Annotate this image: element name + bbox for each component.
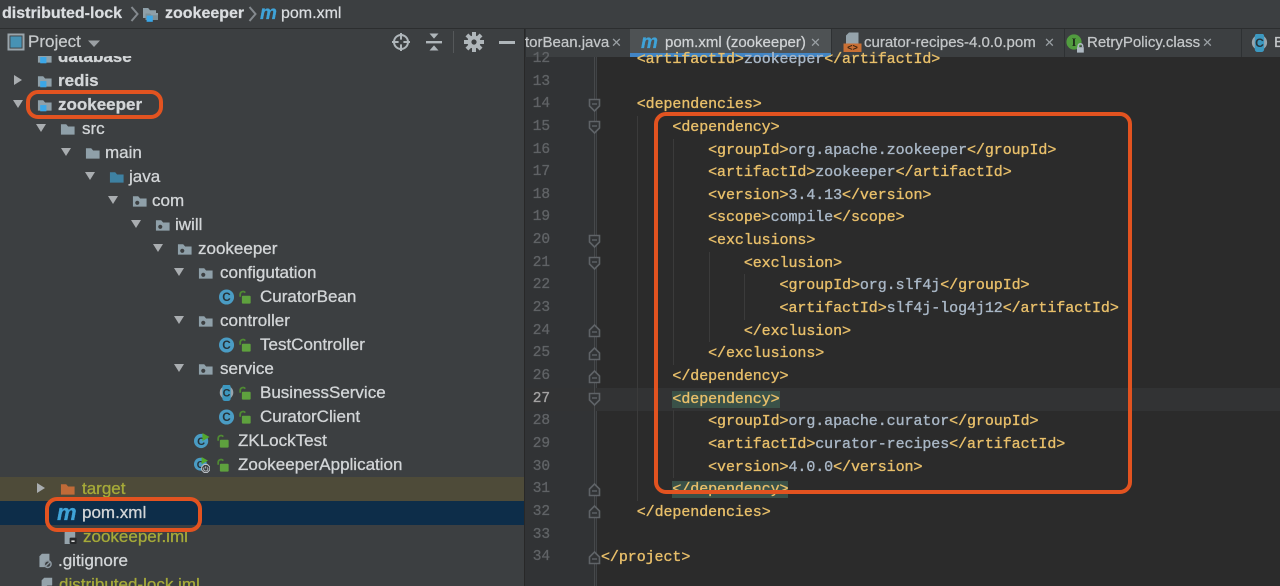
svg-text:C: C bbox=[222, 291, 231, 304]
svg-text:C: C bbox=[222, 339, 231, 352]
svg-text:C: C bbox=[223, 387, 231, 399]
svg-text:C: C bbox=[222, 411, 231, 424]
